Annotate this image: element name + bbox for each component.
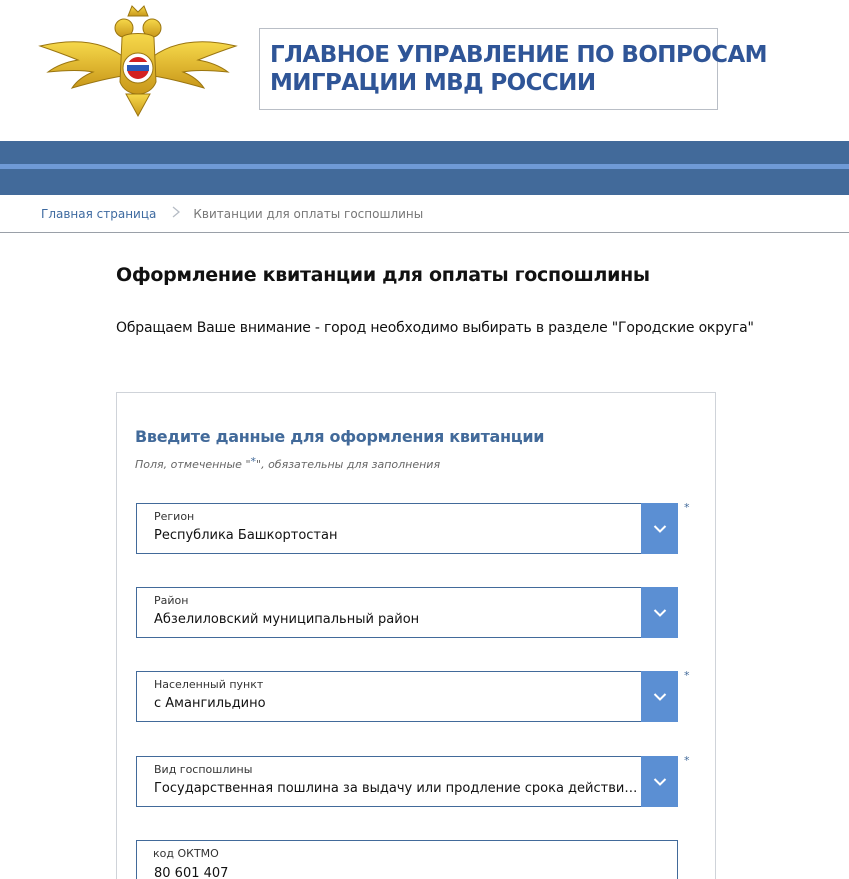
breadcrumb: Главная страница Квитанции для оплаты го… (41, 206, 423, 222)
required-hint: Поля, отмеченные "*", обязательны для за… (135, 455, 441, 471)
site-header: ГЛАВНОЕ УПРАВЛЕНИЕ ПО ВОПРОСАМ МИГРАЦИИ … (0, 0, 849, 140)
city-notice: Обращаем Ваше внимание - город необходим… (116, 320, 754, 336)
settlement-required-mark: * (684, 669, 690, 682)
page-title: Оформление квитанции для оплаты госпошли… (116, 264, 650, 286)
fee-type-value: Государственная пошлина за выдачу или пр… (154, 781, 642, 796)
chevron-down-icon[interactable] (641, 756, 678, 807)
oktmo-value: 80 601 407 (154, 866, 229, 879)
oktmo-field[interactable]: код ОКТМО 80 601 407 (136, 840, 678, 879)
site-title[interactable]: ГЛАВНОЕ УПРАВЛЕНИЕ ПО ВОПРОСАМ МИГРАЦИИ … (259, 28, 768, 110)
required-hint-star: * (250, 455, 257, 468)
fee-type-required-mark: * (684, 754, 690, 767)
region-value: Республика Башкортостан (154, 528, 338, 543)
region-label: Регион (154, 510, 195, 523)
required-hint-end: ", обязательны для заполнения (256, 458, 441, 471)
site-title-line-1: ГЛАВНОЕ УПРАВЛЕНИЕ ПО ВОПРОСАМ (270, 42, 768, 68)
chevron-right-icon (172, 206, 181, 222)
district-label: Район (154, 594, 189, 607)
fee-type-select[interactable]: Вид госпошлины Государственная пошлина з… (136, 756, 678, 807)
settlement-value: с Амангильдино (154, 696, 266, 711)
settlement-select[interactable]: Населенный пункт с Амангильдино (136, 671, 678, 722)
district-select[interactable]: Район Абзелиловский муниципальный район (136, 587, 678, 638)
chevron-down-icon[interactable] (641, 587, 678, 638)
fee-type-label: Вид госпошлины (154, 763, 253, 776)
chevron-down-icon[interactable] (641, 503, 678, 554)
breadcrumb-divider (0, 232, 849, 233)
double-headed-eagle-emblem-icon[interactable] (38, 2, 238, 118)
site-title-line-2: МИГРАЦИИ МВД РОССИИ (270, 70, 596, 96)
required-hint-start: Поля, отмеченные " (135, 458, 251, 471)
chevron-down-icon[interactable] (641, 671, 678, 722)
form-heading: Введите данные для оформления квитанции (135, 427, 545, 446)
region-required-mark: * (684, 501, 690, 514)
district-value: Абзелиловский муниципальный район (154, 612, 420, 627)
settlement-label: Населенный пункт (154, 678, 264, 691)
breadcrumb-home-link[interactable]: Главная страница (41, 207, 156, 221)
oktmo-label: код ОКТМО (153, 847, 219, 860)
region-select[interactable]: Регион Республика Башкортостан (136, 503, 678, 554)
header-band-stripe (0, 164, 849, 169)
breadcrumb-current: Квитанции для оплаты госпошлины (193, 207, 424, 221)
